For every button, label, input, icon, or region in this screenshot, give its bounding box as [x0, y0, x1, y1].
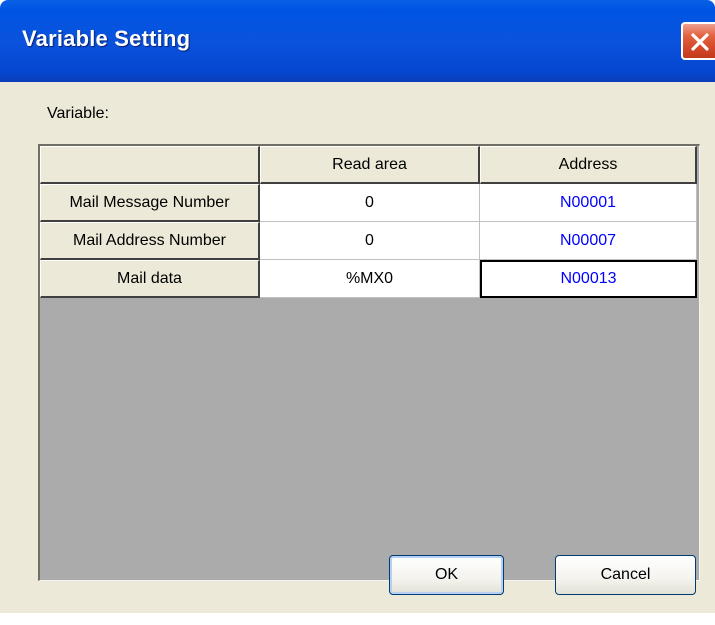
close-x-icon: [691, 33, 709, 51]
header-corner-cell: [40, 146, 260, 184]
close-button[interactable]: [681, 22, 715, 60]
dialog-body: Variable: Read area Address Mail Message…: [0, 82, 715, 613]
variable-grid: Read area Address Mail Message Number 0 …: [38, 144, 700, 581]
variable-setting-dialog: Variable Setting Variable: Read area Add…: [0, 0, 715, 625]
column-header-read-area[interactable]: Read area: [260, 146, 480, 184]
row-header-mail-address-number[interactable]: Mail Address Number: [40, 222, 260, 260]
address-cell[interactable]: N00007: [480, 222, 697, 260]
address-cell-selected[interactable]: N00013: [480, 260, 697, 298]
read-area-cell[interactable]: 0: [260, 184, 480, 222]
column-header-address[interactable]: Address: [480, 146, 697, 184]
read-area-cell[interactable]: 0: [260, 222, 480, 260]
variable-label: Variable:: [47, 105, 109, 122]
row-header-mail-message-number[interactable]: Mail Message Number: [40, 184, 260, 222]
read-area-cell[interactable]: %MX0: [260, 260, 480, 298]
window-bottom-edge: [0, 613, 715, 625]
address-cell[interactable]: N00001: [480, 184, 697, 222]
cancel-button[interactable]: Cancel: [555, 555, 696, 595]
ok-button[interactable]: OK: [389, 555, 504, 595]
row-header-mail-data[interactable]: Mail data: [40, 260, 260, 298]
window-title: Variable Setting: [22, 26, 191, 51]
title-bar[interactable]: Variable Setting: [0, 0, 715, 82]
